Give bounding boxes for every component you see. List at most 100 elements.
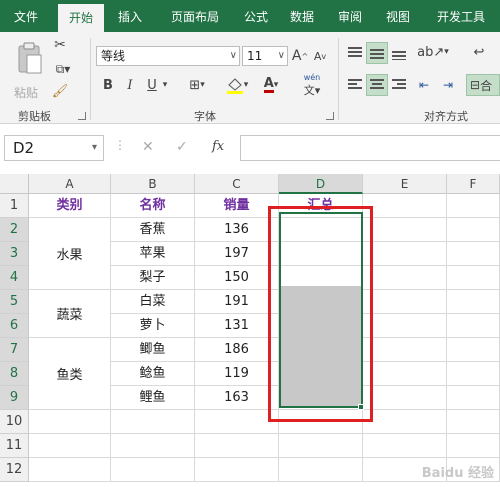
fill-color-button[interactable]: ▾ [222,76,252,94]
empty-cell[interactable] [111,458,195,482]
empty-cell[interactable] [363,410,447,434]
row-header-9[interactable]: 9 [0,386,29,410]
font-size-select[interactable]: 11 ∨ [242,46,288,66]
font-color-button[interactable]: A ▾ [256,76,286,94]
align-bottom-icon[interactable] [390,44,408,62]
font-name-select[interactable]: 等线 ∨ [96,46,240,66]
row-header-6[interactable]: 6 [0,314,29,338]
cell-item-sales[interactable]: 136 [195,218,279,242]
empty-cell[interactable] [195,458,279,482]
cell-item-sales[interactable]: 119 [195,362,279,386]
cancel-icon[interactable]: ✕ [142,139,154,155]
empty-cell[interactable] [447,218,500,242]
cell-item-sales[interactable]: 150 [195,266,279,290]
name-box[interactable]: D2 ▾ [4,135,104,161]
tab-view[interactable]: 视图 [378,0,418,32]
empty-cell[interactable] [363,266,447,290]
empty-cell[interactable] [363,242,447,266]
empty-cell[interactable] [29,410,111,434]
empty-cell[interactable] [111,410,195,434]
row-header-11[interactable]: 11 [0,434,29,458]
empty-cell[interactable] [447,434,500,458]
align-center-icon[interactable] [366,74,388,96]
cell-item-name[interactable]: 苹果 [111,242,195,266]
empty-cell[interactable] [447,290,500,314]
paste-button[interactable] [10,36,50,80]
column-header-b[interactable]: B [111,174,195,194]
empty-cell[interactable] [279,434,363,458]
row-header-2[interactable]: 2 [0,218,29,242]
tab-review[interactable]: 审阅 [330,0,370,32]
cell-item-name[interactable]: 萝卜 [111,314,195,338]
empty-cell[interactable] [363,386,447,410]
empty-cell[interactable] [363,338,447,362]
header-cell-category[interactable]: 类别 [29,194,111,218]
empty-cell[interactable] [363,290,447,314]
column-header-a[interactable]: A [29,174,111,194]
row-header-7[interactable]: 7 [0,338,29,362]
tab-developer[interactable]: 开发工具 [428,0,494,32]
empty-cell[interactable] [447,314,500,338]
align-left-icon[interactable] [346,76,364,94]
tab-page-layout[interactable]: 页面布局 [160,0,230,32]
merged-cell-category[interactable]: 鱼类 [29,338,111,410]
column-header-e[interactable]: E [363,174,447,194]
wrap-text-icon[interactable]: ↩ [466,42,492,62]
align-top-icon[interactable] [346,44,364,62]
align-right-icon[interactable] [390,76,408,94]
copy-icon[interactable]: ⧉▾ [50,60,76,78]
empty-cell[interactable] [195,434,279,458]
empty-cell[interactable] [195,410,279,434]
format-painter-icon[interactable]: 🖌 [50,82,70,100]
row-header-3[interactable]: 3 [0,242,29,266]
cell-item-name[interactable]: 香蕉 [111,218,195,242]
enter-icon[interactable]: ✓ [176,139,188,155]
empty-cell[interactable] [363,194,447,218]
empty-cell[interactable] [279,458,363,482]
empty-cell[interactable] [363,434,447,458]
italic-button[interactable]: I [122,76,138,94]
empty-cell[interactable] [447,362,500,386]
empty-cell[interactable] [447,338,500,362]
merged-cell-category[interactable]: 蔬菜 [29,290,111,338]
cell-item-sales[interactable]: 131 [195,314,279,338]
empty-cell[interactable] [447,194,500,218]
row-header-10[interactable]: 10 [0,410,29,434]
row-header-8[interactable]: 8 [0,362,29,386]
cell-item-name[interactable]: 梨子 [111,266,195,290]
chevron-down-icon[interactable]: ▾ [160,76,170,94]
cell-item-name[interactable]: 鲤鱼 [111,386,195,410]
column-header-f[interactable]: F [447,174,500,194]
decrease-indent-icon[interactable]: ⇤ [414,76,434,94]
row-header-5[interactable]: 5 [0,290,29,314]
column-header-c[interactable]: C [195,174,279,194]
empty-cell[interactable] [29,458,111,482]
align-middle-icon[interactable] [366,42,388,64]
tab-insert[interactable]: 插入 [110,0,150,32]
font-launcher-icon[interactable] [326,112,334,120]
tab-formulas[interactable]: 公式 [236,0,276,32]
empty-cell[interactable] [447,410,500,434]
phonetic-button[interactable]: wén 文▾ [300,73,324,97]
grow-font-button[interactable]: A ^ [292,46,308,66]
empty-cell[interactable] [111,434,195,458]
borders-button[interactable]: ⊞ ▾ [184,76,210,94]
row-header-1[interactable]: 1 [0,194,29,218]
tab-file[interactable]: 文件 [4,0,48,32]
row-header-4[interactable]: 4 [0,266,29,290]
merge-center-button[interactable]: ⊟ 合 [466,74,500,96]
empty-cell[interactable] [447,386,500,410]
cell-item-name[interactable]: 鲫鱼 [111,338,195,362]
cell-item-sales[interactable]: 191 [195,290,279,314]
empty-cell[interactable] [363,218,447,242]
merged-cell-category[interactable]: 水果 [29,218,111,290]
cell-item-sales[interactable]: 186 [195,338,279,362]
column-header-d[interactable]: D [279,174,363,194]
empty-cell[interactable] [363,314,447,338]
clipboard-launcher-icon[interactable] [78,112,86,120]
empty-cell[interactable] [363,362,447,386]
shrink-font-button[interactable]: Av [312,46,328,66]
formula-input[interactable] [240,135,500,161]
orientation-icon[interactable]: ab↗ ▾ [417,42,449,62]
tab-home[interactable]: 开始 [58,4,104,32]
